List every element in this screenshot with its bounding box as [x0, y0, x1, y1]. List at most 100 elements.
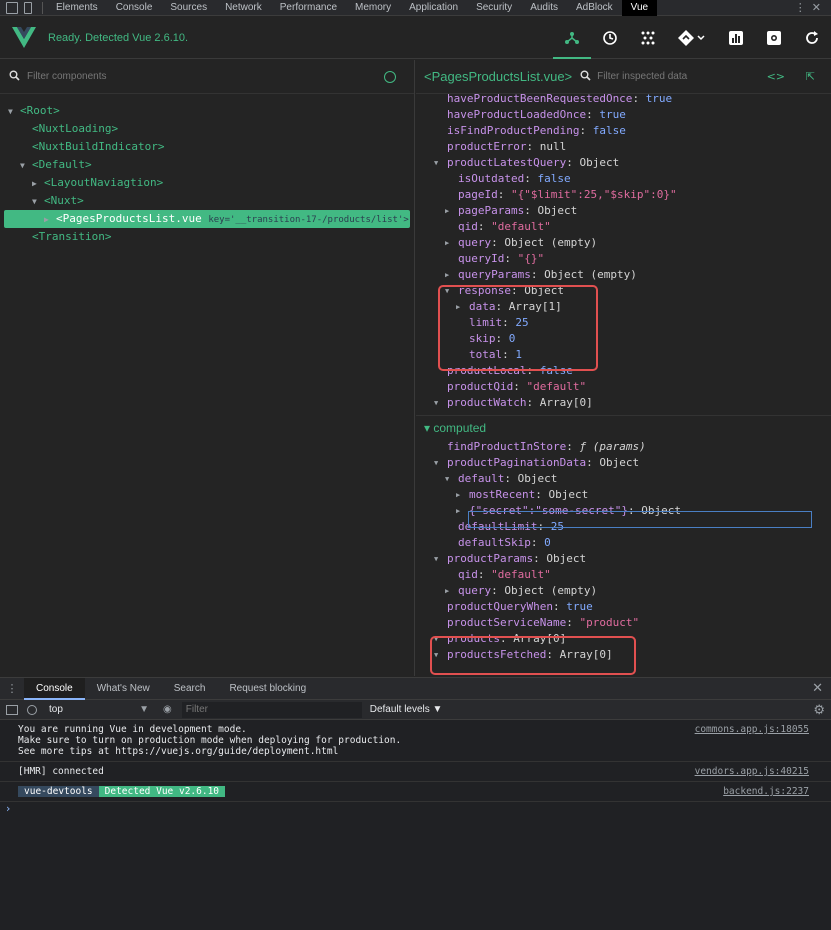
devtools-tab-memory[interactable]: Memory — [346, 0, 400, 16]
collapsed-arrow-icon[interactable]: ▶ — [44, 211, 56, 228]
expanded-arrow-icon[interactable]: ▼ — [434, 551, 438, 567]
collapsed-arrow-icon[interactable]: ▶ — [456, 503, 460, 519]
computed-row[interactable]: defaultSkip: 0 — [434, 535, 831, 551]
source-link[interactable]: vendors.app.js:40215 — [695, 766, 809, 777]
tree-node[interactable]: <Transition> — [0, 228, 414, 246]
console-tab-request-blocking[interactable]: Request blocking — [217, 678, 318, 700]
data-row[interactable]: productQid: "default" — [434, 379, 831, 395]
computed-value: Object — [548, 488, 589, 501]
data-row[interactable]: pageId: "{"$limit":25,"$skip":0}" — [434, 187, 831, 203]
data-row[interactable]: haveProductBeenRequestedOnce: true — [434, 91, 831, 107]
data-key: productQid — [447, 380, 514, 393]
data-row[interactable]: ▶ queryParams: Object (empty) — [434, 267, 831, 283]
performance-icon[interactable] — [717, 17, 755, 59]
console-settings-icon[interactable]: ⚙ — [813, 702, 825, 718]
data-row[interactable]: isOutdated: false — [434, 171, 831, 187]
devtools-tab-elements[interactable]: Elements — [47, 0, 107, 16]
data-row[interactable]: ▼ productWatch: Array[0] — [434, 395, 831, 411]
tree-node[interactable]: ▼ <Root> — [0, 102, 414, 120]
tree-node-label: <NuxtLoading> — [32, 122, 119, 135]
console-prompt[interactable]: › — [0, 802, 831, 815]
source-link[interactable]: commons.app.js:18055 — [695, 724, 809, 735]
secret-key-highlight — [468, 511, 812, 528]
expanded-arrow-icon[interactable]: ▼ — [434, 155, 438, 171]
computed-row[interactable]: ▼ default: Object — [434, 471, 831, 487]
code-icon[interactable]: <> — [767, 70, 785, 83]
inspect-element-icon[interactable] — [6, 1, 18, 14]
computed-row[interactable]: findProductInStore: ƒ (params) — [434, 439, 831, 455]
computed-row[interactable]: productServiceName: "product" — [434, 615, 831, 631]
component-filter[interactable]: Filter components — [0, 60, 414, 94]
devtools-tab-security[interactable]: Security — [467, 0, 521, 16]
console-tab-what-s-new[interactable]: What's New — [85, 678, 162, 700]
tree-node[interactable]: <NuxtBuildIndicator> — [0, 138, 414, 156]
routing-icon[interactable] — [667, 17, 717, 59]
components-tab-icon[interactable] — [553, 17, 591, 59]
eye-icon[interactable]: ◉ — [163, 704, 172, 715]
inspected-filter-placeholder[interactable]: Filter inspected data — [597, 71, 687, 82]
data-row[interactable]: ▶ pageParams: Object — [434, 203, 831, 219]
devtools-tab-adblock[interactable]: AdBlock — [567, 0, 622, 16]
devtools-badge: vue-devtools — [18, 786, 99, 797]
tree-node[interactable]: <NuxtLoading> — [0, 120, 414, 138]
data-row[interactable]: qid: "default" — [434, 219, 831, 235]
close-devtools-icon[interactable]: ✕ — [812, 1, 821, 14]
devtools-tab-vue[interactable]: Vue — [621, 0, 658, 16]
computed-row[interactable]: ▼ productPaginationData: Object — [434, 455, 831, 471]
collapsed-arrow-icon[interactable]: ▶ — [445, 267, 449, 283]
collapsed-arrow-icon[interactable]: ▶ — [445, 235, 449, 251]
docs-link[interactable]: https://vuejs.org/guide/deployment.html — [115, 746, 338, 757]
tree-node[interactable]: ▼ <Default> — [0, 156, 414, 174]
computed-row[interactable]: ▶ query: Object (empty) — [434, 583, 831, 599]
computed-row[interactable]: ▶ mostRecent: Object — [434, 487, 831, 503]
device-toolbar-icon[interactable] — [24, 1, 32, 14]
history-icon[interactable] — [591, 17, 629, 59]
data-row[interactable]: ▶ query: Object (empty) — [434, 235, 831, 251]
data-row[interactable]: haveProductLoadedOnce: true — [434, 107, 831, 123]
expanded-arrow-icon[interactable]: ▼ — [434, 455, 438, 471]
console-tab-console[interactable]: Console — [24, 677, 85, 700]
devtools-tab-network[interactable]: Network — [216, 0, 271, 16]
computed-row[interactable]: ▼ productParams: Object — [434, 551, 831, 567]
select-component-icon[interactable] — [384, 71, 396, 83]
close-drawer-icon[interactable]: ✕ — [812, 681, 823, 696]
expanded-arrow-icon[interactable]: ▼ — [434, 395, 438, 411]
expanded-arrow-icon[interactable]: ▼ — [20, 157, 32, 174]
data-row[interactable]: ▼ productLatestQuery: Object — [434, 155, 831, 171]
events-icon[interactable] — [629, 17, 667, 59]
tree-node[interactable]: ▶ <LayoutNaviagtion> — [0, 174, 414, 192]
expanded-arrow-icon[interactable]: ▼ — [32, 193, 44, 210]
data-row[interactable]: queryId: "{}" — [434, 251, 831, 267]
open-external-icon[interactable]: ⇱ — [806, 70, 815, 83]
tree-node[interactable]: ▶ <PagesProductsList.vue key='__transitio… — [4, 210, 410, 228]
more-options-icon[interactable]: ⋮ — [795, 1, 806, 14]
computed-row[interactable]: qid: "default" — [434, 567, 831, 583]
drawer-menu-icon[interactable]: ⋮ — [0, 682, 24, 695]
collapsed-arrow-icon[interactable]: ▶ — [32, 175, 44, 192]
devtools-tab-console[interactable]: Console — [107, 0, 162, 16]
devtools-tab-audits[interactable]: Audits — [521, 0, 567, 16]
context-select[interactable]: top ▼ — [49, 704, 149, 715]
levels-dropdown[interactable]: Default levels ▼ — [370, 704, 443, 715]
computed-section-header[interactable]: ▾ computed — [416, 415, 831, 439]
collapsed-arrow-icon[interactable]: ▶ — [456, 487, 460, 503]
refresh-icon[interactable] — [793, 17, 831, 59]
data-row[interactable]: isFindProductPending: false — [434, 123, 831, 139]
settings-icon[interactable] — [755, 17, 793, 59]
collapsed-arrow-icon[interactable]: ▶ — [445, 583, 449, 599]
tree-node[interactable]: ▼ <Nuxt> — [0, 192, 414, 210]
sidebar-toggle-icon[interactable] — [6, 704, 18, 715]
data-row[interactable]: productError: null — [434, 139, 831, 155]
expanded-arrow-icon[interactable]: ▼ — [8, 103, 20, 120]
source-link[interactable]: backend.js:2237 — [723, 786, 809, 797]
devtools-tab-application[interactable]: Application — [400, 0, 467, 16]
expanded-arrow-icon[interactable]: ▼ — [445, 471, 449, 487]
computed-row[interactable]: productQueryWhen: true — [434, 599, 831, 615]
vue-logo-icon — [12, 26, 36, 49]
collapsed-arrow-icon[interactable]: ▶ — [445, 203, 449, 219]
console-filter-input[interactable]: Filter — [181, 701, 362, 718]
console-tab-search[interactable]: Search — [162, 678, 218, 700]
devtools-tab-performance[interactable]: Performance — [271, 0, 346, 16]
devtools-tab-sources[interactable]: Sources — [161, 0, 216, 16]
clear-console-icon[interactable] — [27, 704, 37, 715]
